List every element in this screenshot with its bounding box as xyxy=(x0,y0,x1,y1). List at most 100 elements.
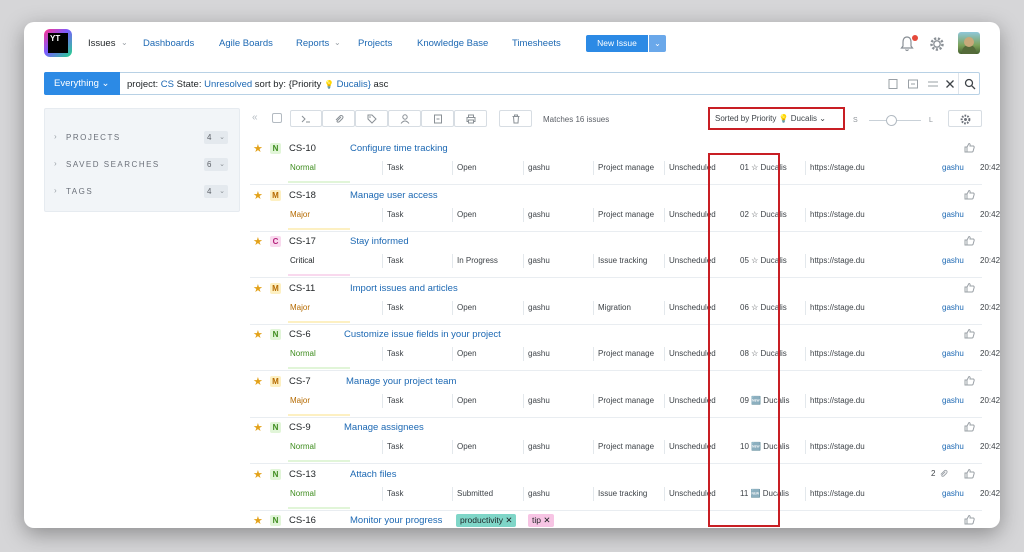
issue-row[interactable]: ★ N CS-6 Customize issue fields in your pro… xyxy=(250,325,1000,371)
select-all-checkbox[interactable] xyxy=(272,113,282,123)
issue-row[interactable]: ★ M CS-7 Manage your project team Major Task O… xyxy=(250,372,1000,418)
assignee-field[interactable]: gashu xyxy=(523,440,593,454)
search-query[interactable]: project: CS State: Unresolved sort by: {… xyxy=(127,79,388,90)
link-field[interactable]: https://stage.du xyxy=(805,347,873,361)
star-icon[interactable]: ★ xyxy=(253,142,263,155)
issue-row[interactable]: ★ N CS-10 Configure time tracking Normal Task… xyxy=(250,139,1000,185)
issue-title[interactable]: Customize issue fields in your project xyxy=(344,329,501,340)
priority-field[interactable]: Normal xyxy=(288,487,350,509)
link-field[interactable]: https://stage.du xyxy=(805,254,873,268)
ducalis-priority-field[interactable]: 09 🆕 Ducalis xyxy=(738,394,802,408)
nav-projects[interactable]: Projects xyxy=(358,38,392,49)
ducalis-priority-field[interactable]: 02 ☆ Ducalis xyxy=(738,208,802,222)
sprint-field[interactable]: Unscheduled xyxy=(664,208,735,222)
owner-link[interactable]: gashu xyxy=(942,301,964,315)
priority-field[interactable]: Critical xyxy=(288,254,350,276)
nav-agile-boards[interactable]: Agile Boards xyxy=(219,38,273,49)
sprint-field[interactable]: Unscheduled xyxy=(664,254,735,268)
subsystem-field[interactable]: Migration xyxy=(593,301,664,315)
star-icon[interactable]: ★ xyxy=(253,421,263,434)
owner-link[interactable]: gashu xyxy=(942,394,964,408)
youtrack-logo[interactable]: YT xyxy=(44,29,72,57)
type-field[interactable]: Task xyxy=(382,487,452,501)
owner-link[interactable]: gashu xyxy=(942,161,964,175)
sprint-field[interactable]: Unscheduled xyxy=(664,347,735,361)
assignee-button[interactable] xyxy=(388,110,421,127)
subsystem-field[interactable]: Issue tracking xyxy=(593,254,664,268)
user-avatar[interactable] xyxy=(958,32,980,54)
issue-id[interactable]: CS-16 xyxy=(289,515,316,526)
assignee-field[interactable]: gashu xyxy=(523,161,593,175)
state-field[interactable]: Submitted xyxy=(452,487,523,501)
issue-title[interactable]: Import issues and articles xyxy=(350,283,458,294)
ducalis-priority-field[interactable]: 06 ☆ Ducalis xyxy=(738,301,802,315)
issue-title[interactable]: Manage your project team xyxy=(346,376,456,387)
sort-dropdown[interactable]: Sorted by Priority 💡 Ducalis ⌄ xyxy=(713,111,826,126)
star-icon[interactable]: ★ xyxy=(253,514,263,527)
issue-title[interactable]: Configure time tracking xyxy=(350,143,448,154)
thumbs-up-icon[interactable] xyxy=(964,142,975,153)
issue-row[interactable]: ★ N CS-9 Manage assignees Normal Task Open gash… xyxy=(250,418,1000,464)
star-icon[interactable]: ★ xyxy=(253,282,263,295)
sidebar-item-tags[interactable]: › TAGS 4 ⌄ xyxy=(45,183,241,199)
assignee-field[interactable]: gashu xyxy=(523,254,593,268)
star-icon[interactable]: ★ xyxy=(253,375,263,388)
ducalis-priority-field[interactable]: 08 ☆ Ducalis xyxy=(738,347,802,361)
print-button[interactable] xyxy=(454,110,487,127)
sidebar-count[interactable]: 6 ⌄ xyxy=(204,158,228,171)
state-field[interactable]: Open xyxy=(452,301,523,315)
issue-id[interactable]: CS-17 xyxy=(289,236,316,247)
subsystem-field[interactable]: Project manage xyxy=(593,394,664,408)
export-button[interactable] xyxy=(421,110,454,127)
issue-id[interactable]: CS-9 xyxy=(289,422,311,433)
type-field[interactable]: Task xyxy=(382,208,452,222)
issue-id[interactable]: CS-11 xyxy=(289,283,315,294)
state-field[interactable]: Open xyxy=(452,161,523,175)
link-field[interactable]: https://stage.du xyxy=(805,161,873,175)
star-icon[interactable]: ★ xyxy=(253,189,263,202)
size-slider-handle[interactable] xyxy=(886,115,897,126)
subsystem-field[interactable]: Project manage xyxy=(593,208,664,222)
command-button[interactable] xyxy=(290,110,322,127)
nav-dashboards[interactable]: Dashboards xyxy=(143,38,194,49)
issue-id[interactable]: CS-18 xyxy=(289,190,316,201)
thumbs-up-icon[interactable] xyxy=(964,468,975,479)
sprint-field[interactable]: Unscheduled xyxy=(664,440,735,454)
star-icon[interactable]: ★ xyxy=(253,235,263,248)
type-field[interactable]: Task xyxy=(382,347,452,361)
priority-field[interactable]: Major xyxy=(288,394,350,416)
subsystem-field[interactable]: Issue tracking xyxy=(593,487,664,501)
thumbs-up-icon[interactable] xyxy=(964,328,975,339)
sidebar-item-projects[interactable]: › PROJECTS 4 ⌄ xyxy=(45,129,241,145)
state-field[interactable]: Open xyxy=(452,347,523,361)
thumbs-up-icon[interactable] xyxy=(964,235,975,246)
thumbs-up-icon[interactable] xyxy=(964,375,975,386)
search-context-dropdown[interactable]: Everything ⌄ xyxy=(44,72,120,95)
thumbs-up-icon[interactable] xyxy=(964,421,975,432)
issue-tag[interactable]: productivity ✕ xyxy=(456,514,517,527)
assignee-field[interactable]: gashu xyxy=(523,301,593,315)
sprint-field[interactable]: Unscheduled xyxy=(664,394,735,408)
link-field[interactable]: https://stage.du xyxy=(805,487,873,501)
search-icon[interactable] xyxy=(964,78,976,90)
nav-issues[interactable]: Issues xyxy=(88,38,115,49)
attach-button[interactable] xyxy=(322,110,355,127)
subsystem-field[interactable]: Project manage xyxy=(593,347,664,361)
assignee-field[interactable]: gashu xyxy=(523,487,593,501)
close-icon[interactable] xyxy=(944,78,956,90)
filter-icon[interactable] xyxy=(927,78,939,90)
new-issue-menu-button[interactable]: ⌄ xyxy=(649,35,666,52)
state-field[interactable]: Open xyxy=(452,394,523,408)
assignee-field[interactable]: gashu xyxy=(523,394,593,408)
state-field[interactable]: Open xyxy=(452,440,523,454)
owner-link[interactable]: gashu xyxy=(942,487,964,501)
issue-id[interactable]: CS-6 xyxy=(289,329,311,340)
priority-field[interactable]: Major xyxy=(288,208,350,230)
state-field[interactable]: Open xyxy=(452,208,523,222)
thumbs-up-icon[interactable] xyxy=(964,189,975,200)
chevron-down-icon[interactable]: ⌄ xyxy=(121,38,128,47)
priority-field[interactable]: Normal xyxy=(288,347,350,369)
star-icon[interactable]: ★ xyxy=(253,468,263,481)
nav-knowledge-base[interactable]: Knowledge Base xyxy=(417,38,488,49)
link-field[interactable]: https://stage.du xyxy=(805,301,873,315)
